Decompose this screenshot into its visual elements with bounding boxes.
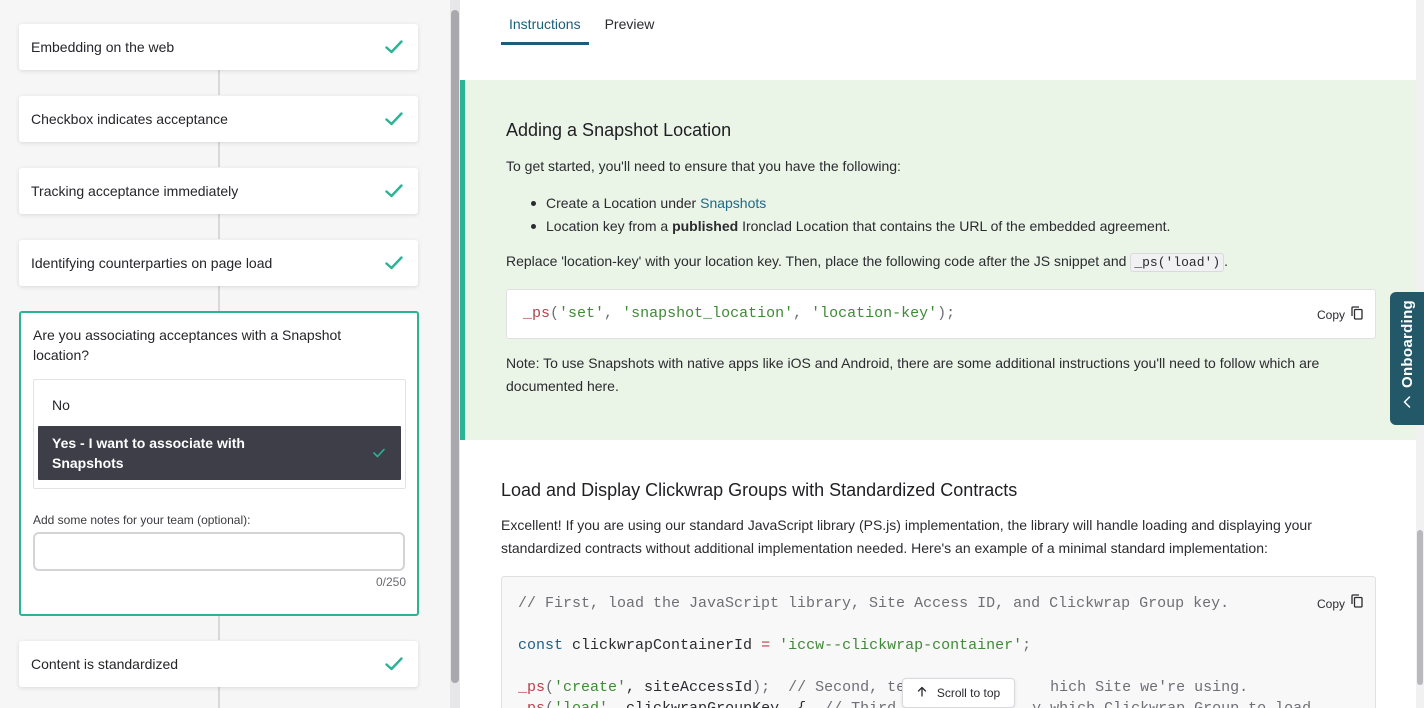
step-embedding-on-the-web[interactable]: Embedding on the web [19, 24, 418, 70]
snapshot-instructions-section: Adding a Snapshot Location To get starte… [460, 80, 1424, 440]
code-punc: ); [752, 679, 771, 696]
copy-button[interactable]: Copy [1317, 594, 1363, 615]
right-scroll-thumb[interactable] [1417, 530, 1423, 685]
inline-code: _ps('load') [1130, 253, 1225, 272]
code-identifier: , clickwrapGroupKey, { [608, 700, 806, 708]
content-panel: Instructions Preview Adding a Snapshot L… [460, 0, 1424, 708]
code-keyword: const [518, 637, 564, 654]
list-item: Location key from a published Ironclad L… [506, 215, 1170, 238]
code-identifier: clickwrapContainerId [563, 637, 762, 654]
step-connector [218, 214, 220, 239]
section-title: Adding a Snapshot Location [506, 120, 732, 140]
requirements-list: Create a Location under Snapshots Locati… [506, 192, 1170, 238]
arrow-up-icon [917, 686, 927, 700]
bullet-text: Create a Location under [546, 195, 701, 211]
code-line: const clickwrapContainerId = 'iccw--clic… [518, 635, 1359, 656]
step-connector [218, 142, 220, 167]
step-connector [218, 687, 220, 708]
step-label: Embedding on the web [31, 39, 175, 55]
step-question: Are you associating acceptances with a S… [33, 327, 342, 363]
content-tabs: Instructions Preview [501, 0, 662, 46]
code-fn: _ps [518, 679, 546, 696]
section-title: Load and Display Clickwrap Groups with S… [501, 480, 1018, 500]
code-fn: _ps [523, 305, 551, 322]
step-label: Tracking acceptance immediately [31, 183, 239, 199]
section-description: Excellent! If you are using our standard… [501, 517, 1312, 556]
code-string: 'snapshot_location' [622, 305, 794, 322]
check-icon [384, 654, 404, 674]
code-fn: _ps [518, 700, 545, 708]
code-punc: ); [937, 305, 956, 322]
native-apps-note: Note: To use Snapshots with native apps … [506, 355, 1320, 394]
check-icon [384, 37, 404, 57]
code-string: 'iccw--clickwrap-container' [770, 637, 1023, 654]
notes-label: Add some notes for your team (optional): [33, 513, 251, 527]
onboarding-label: Onboarding [1398, 300, 1416, 388]
check-icon [384, 181, 404, 201]
step-checkbox-indicates-acceptance[interactable]: Checkbox indicates acceptance [19, 96, 418, 142]
copy-icon [1351, 594, 1363, 615]
option-yes-selected[interactable]: Yes - I want to associate with Snapshots [38, 426, 401, 480]
code-punc: ( [545, 700, 554, 708]
replace-instruction: Replace 'location-key' with your locatio… [506, 253, 1229, 272]
step-connector [218, 615, 220, 640]
bullet-bold: published [672, 218, 739, 234]
code-punc: ( [550, 305, 560, 322]
check-icon [384, 109, 404, 129]
code-string: 'set' [559, 305, 605, 322]
copy-label: Copy [1316, 307, 1345, 322]
copy-label: Copy [1316, 597, 1345, 611]
bullet-text: Ironclad Location that contains the URL … [738, 218, 1171, 234]
tab-preview[interactable]: Preview [597, 0, 663, 45]
step-label: Checkbox indicates acceptance [31, 111, 228, 127]
copy-button[interactable]: Copy [1317, 306, 1363, 323]
section-intro: To get started, you'll need to ensure th… [506, 158, 901, 174]
check-icon [384, 253, 404, 273]
notes-input[interactable] [33, 532, 405, 571]
bullet-text: Location key from a [546, 218, 673, 234]
replace-text: Replace 'location-key' with your locatio… [506, 253, 1131, 269]
option-label: No [52, 397, 70, 413]
step-tracking-acceptance-immediately[interactable]: Tracking acceptance immediately [19, 168, 418, 214]
left-scrollbar[interactable] [450, 0, 460, 708]
step-content-is-standardized[interactable]: Content is standardized [19, 641, 418, 687]
option-no[interactable]: No [38, 384, 401, 426]
step-label: Content is standardized [31, 656, 179, 672]
snapshots-link[interactable]: Snapshots [700, 195, 766, 211]
code-identifier: , siteAccessId [626, 679, 753, 696]
chevron-left-icon [1403, 395, 1411, 413]
tab-instructions[interactable]: Instructions [501, 0, 589, 45]
left-scroll-thumb[interactable] [451, 10, 459, 683]
code-comment: hich Site we're using. [1050, 679, 1249, 696]
steps-panel: Embedding on the web Checkbox indicates … [0, 0, 450, 708]
code-comment: // First, load the JavaScript library, S… [518, 595, 1230, 612]
scroll-to-top-button[interactable]: Scroll to top [902, 678, 1015, 708]
replace-end: . [1224, 253, 1229, 269]
active-step-card: Are you associating acceptances with a S… [19, 311, 419, 616]
code-operator: = [761, 637, 771, 654]
check-icon [373, 443, 385, 463]
step-connector [218, 286, 220, 311]
code-string: 'load' [554, 700, 608, 708]
code-string: 'create' [554, 679, 627, 696]
step-connector [218, 70, 220, 95]
step-label: Identifying counterparties on page load [31, 255, 273, 271]
step-identifying-counterparties[interactable]: Identifying counterparties on page load [19, 240, 418, 286]
code-comment: y which Clickwrap Group to load [1032, 700, 1311, 708]
onboarding-tab[interactable]: Onboarding [1390, 292, 1424, 425]
list-item: Create a Location under Snapshots [506, 192, 1170, 215]
code-string: 'location-key' [811, 305, 938, 322]
code-punc: ; [1022, 637, 1032, 654]
code-punc: , [604, 305, 623, 322]
code-punc: ( [545, 679, 555, 696]
char-count: 0/250 [375, 575, 406, 589]
code-punc: , [793, 305, 812, 322]
scroll-to-top-label: Scroll to top [936, 686, 1001, 700]
code-block: _ps('set', 'snapshot_location', 'locatio… [506, 289, 1376, 339]
option-label: Yes - I want to associate with Snapshots [52, 435, 245, 471]
answer-options: No Yes - I want to associate with Snapsh… [33, 379, 406, 489]
copy-icon [1351, 306, 1363, 323]
